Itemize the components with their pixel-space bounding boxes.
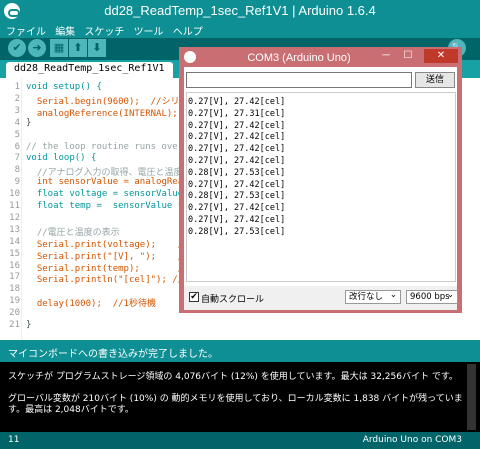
close-icon[interactable]: ✕ — [424, 49, 458, 63]
serial-monitor-title-bar: COM3 (Arduino Uno) ─ ☐ ✕ — [179, 47, 462, 67]
line-number: 18 — [9, 284, 20, 295]
upload-button[interactable]: ➜ — [28, 39, 46, 57]
line-number: 4 — [14, 117, 20, 128]
baud-rate-select[interactable]: 9600 bps — [406, 289, 458, 304]
serial-output-line: 0.27[V], 27.42[cel] — [188, 97, 286, 107]
board-port-label: Arduino Uno on COM3 — [362, 435, 462, 445]
line-number: 5 — [14, 129, 20, 140]
autoscroll-checkbox[interactable]: ✔ — [189, 292, 199, 302]
code-line: void setup() { — [26, 82, 102, 92]
code-line: delay(1000); //1秒待機 — [26, 299, 156, 310]
line-number: 19 — [9, 296, 20, 307]
line-number: 11 — [9, 201, 20, 211]
serial-output-line: 0.27[V], 27.42[cel] — [188, 179, 286, 190]
autoscroll-label: 自動スクロール — [201, 295, 265, 305]
line-number: 3 — [14, 105, 20, 116]
title-bar: dd28_ReadTemp_1sec_Ref1V1 | Arduino 1.6.… — [0, 0, 480, 22]
serial-send-input[interactable] — [186, 72, 412, 88]
maximize-icon[interactable]: ☐ — [399, 49, 417, 63]
new-button[interactable]: ▦ — [50, 39, 68, 57]
save-button[interactable]: ⬇ — [88, 39, 106, 57]
console-output: スケッチが プログラムストレージ領域の 4,076バイト (12%) を使用して… — [0, 362, 480, 432]
line-number: 6 — [14, 141, 20, 152]
minimize-icon[interactable]: ─ — [377, 49, 395, 63]
serial-output-line: 0.28[V], 27.53[cel] — [188, 226, 286, 237]
line-number: 17 — [9, 272, 20, 283]
line-number: 7 — [14, 153, 20, 164]
cursor-line-number: 11 — [8, 435, 20, 445]
open-button[interactable]: ⬆ — [69, 39, 87, 57]
menu-bar: ファイル 編集 スケッチ ツール ヘルプ — [0, 22, 480, 38]
line-number: 8 — [14, 165, 20, 176]
line-number: 14 — [9, 236, 20, 247]
menu-edit[interactable]: 編集 — [55, 23, 75, 38]
menu-help[interactable]: ヘルプ — [173, 23, 203, 38]
line-number: 9 — [14, 177, 20, 188]
serial-output-line: 0.27[V], 27.42[cel] — [188, 203, 286, 214]
line-number: 1 — [14, 82, 20, 92]
line-number: 16 — [9, 260, 20, 271]
console-line: スケッチが プログラムストレージ領域の 4,076バイト (12%) を使用して… — [8, 372, 458, 382]
console-line: グローバル変数が 210バイト (10%) の 動的メモリを使用しており、ローカ… — [8, 394, 463, 415]
menu-sketch[interactable]: スケッチ — [84, 23, 124, 38]
status-bar: マイコンボードへの書き込みが完了しました。 — [0, 340, 480, 362]
console-scrollbar[interactable] — [467, 364, 476, 430]
serial-output-line: 0.28[V], 27.53[cel] — [188, 167, 286, 178]
verify-button[interactable]: ✔ — [8, 39, 26, 57]
serial-output-line: 0.27[V], 27.42[cel] — [188, 132, 286, 143]
line-number: 13 — [9, 224, 20, 235]
line-number: 20 — [9, 308, 20, 319]
line-number: 15 — [9, 248, 20, 259]
status-message: マイコンボードへの書き込みが完了しました。 — [8, 349, 218, 360]
line-number: 10 — [9, 189, 20, 200]
serial-output-line: 0.28[V], 27.53[cel] — [188, 191, 286, 202]
line-number: 12 — [9, 212, 20, 223]
send-button[interactable]: 送信 — [415, 72, 455, 88]
serial-output-line: 0.27[V], 27.42[cel] — [188, 120, 286, 131]
serial-output-line: 0.27[V], 27.42[cel] — [188, 156, 286, 166]
code-line: void loop() { — [26, 153, 97, 164]
menu-tools[interactable]: ツール — [134, 23, 164, 38]
footer-bar: 11 Arduino Uno on COM3 — [0, 432, 480, 449]
tab-sketch[interactable]: dd28_ReadTemp_1sec_Ref1V1 — [6, 62, 173, 78]
line-number: 21 — [9, 320, 20, 330]
line-number: 2 — [14, 93, 20, 104]
serial-output-line: 0.27[V], 27.42[cel] — [188, 144, 286, 155]
window-title: dd28_ReadTemp_1sec_Ref1V1 | Arduino 1.6.… — [104, 3, 376, 18]
menu-file[interactable]: ファイル — [6, 23, 46, 38]
code-line: } — [26, 320, 32, 330]
serial-output-line: 0.27[V], 27.31[cel] — [188, 108, 286, 119]
line-ending-select[interactable]: 改行なし — [345, 289, 401, 304]
serial-output-line: 0.27[V], 27.42[cel] — [188, 215, 286, 225]
code-line: } — [26, 117, 32, 128]
